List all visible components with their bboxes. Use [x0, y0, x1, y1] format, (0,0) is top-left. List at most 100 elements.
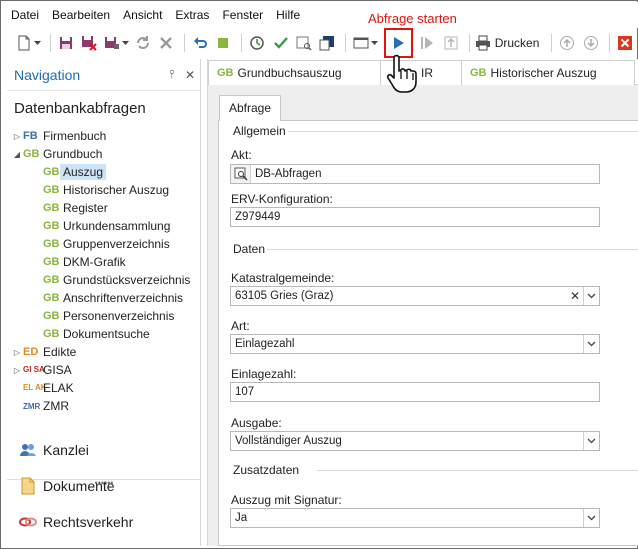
toolbar-separator — [345, 34, 347, 52]
toolbar-separator — [183, 34, 185, 52]
query-form: Abfrage Allgemein Akt: DB-Abfragen ERV-K… — [218, 95, 638, 546]
tab-historischer-auszug[interactable]: GB Historischer Auszug — [461, 60, 635, 85]
art-label: Art: — [231, 319, 250, 333]
content-pane: GB Grundbuchsauszug IR GB Historischer A… — [207, 59, 638, 546]
clear-icon[interactable]: ✕ — [567, 287, 583, 305]
akt-field[interactable]: DB-Abfragen — [230, 164, 600, 184]
chevron-down-icon — [371, 41, 379, 45]
elak-badge-icon: EL AK — [23, 383, 47, 392]
close-window-button[interactable] — [615, 32, 635, 54]
nav-rechtsverkehr[interactable]: Rechtsverkehr — [19, 511, 133, 533]
art-value: Einlagezahl — [235, 338, 295, 350]
tab-abfrage[interactable]: Abfrage — [219, 95, 281, 121]
tree-item-grundbuch[interactable]: ◢ GB Grundbuch — [7, 145, 201, 163]
save-button[interactable] — [56, 32, 76, 54]
signatur-combobox[interactable]: Ja — [230, 508, 600, 528]
erv-value: Z979449 — [235, 211, 281, 223]
menu-fenster[interactable]: Fenster — [222, 8, 263, 22]
delete-button[interactable] — [156, 32, 176, 54]
tree-item-label: Edikte — [43, 345, 77, 359]
new-document-button[interactable] — [14, 32, 34, 54]
tree-item-zmr[interactable]: ZMR ZMR — [7, 397, 201, 415]
kg-value: 63105 Gries (Graz) — [235, 290, 334, 302]
tree-item-label: GISA — [43, 363, 72, 377]
chevron-down-icon[interactable] — [583, 432, 599, 450]
layout-icon — [353, 37, 369, 49]
erv-field[interactable]: Z979449 — [230, 207, 600, 227]
form-panel: Allgemein Akt: DB-Abfragen ERV-Konfigura… — [218, 120, 638, 546]
tree-item-historischer-auszug[interactable]: GB Historischer Auszug — [7, 181, 201, 199]
close-icon[interactable]: ✕ — [182, 68, 198, 82]
tree-item-label: Grundbuch — [43, 147, 103, 161]
print-button[interactable]: Drucken — [475, 32, 544, 54]
einlagezahl-input[interactable]: 107 — [230, 382, 600, 402]
gb-badge-icon: GB — [43, 238, 60, 250]
save-close-button[interactable] — [79, 32, 99, 54]
expand-icon[interactable]: ▷ — [11, 348, 23, 357]
tree-item-label: ZMR — [43, 399, 69, 413]
collapse-icon[interactable]: ◢ — [11, 150, 23, 159]
tree-item-anschriftenverzeichnis[interactable]: GB Anschriftenverzeichnis — [7, 289, 201, 307]
kg-combobox[interactable]: 63105 Gries (Graz) ✕ — [230, 286, 600, 306]
toolbar-separator — [241, 34, 243, 52]
tree-item-personenverzeichnis[interactable]: GB Personenverzeichnis — [7, 307, 201, 325]
history-button[interactable] — [247, 32, 267, 54]
move-up-button[interactable] — [557, 32, 577, 54]
group-title: Daten — [231, 242, 268, 256]
step-button[interactable] — [417, 32, 437, 54]
menu-ansicht[interactable]: Ansicht — [123, 8, 162, 22]
hand-cursor-icon — [386, 54, 417, 93]
printer-icon — [475, 35, 490, 51]
art-combobox[interactable]: Einlagezahl — [230, 334, 600, 354]
move-down-button[interactable] — [581, 32, 601, 54]
navigation-title: Navigation — [14, 66, 81, 83]
layout-dropdown[interactable] — [371, 32, 379, 54]
pin-icon[interactable]: ⫯ — [164, 67, 180, 82]
tab-grundbuchsauszug[interactable]: GB Grundbuchsauszug — [208, 60, 381, 85]
ausgabe-combobox[interactable]: Vollständiger Auszug — [230, 431, 600, 451]
tree-item-gruppenverzeichnis[interactable]: GB Gruppenverzeichnis — [7, 235, 201, 253]
tree-item-grundst-cksverzeichnis[interactable]: GB Grundstücksverzeichnis — [7, 271, 201, 289]
akt-label: Akt: — [231, 148, 252, 162]
tree-item-auszug[interactable]: GB Auszug — [7, 163, 201, 181]
tree-item-label: Dokumentsuche — [63, 327, 150, 341]
tree-item-urkundensammlung[interactable]: GB Urkundensammlung — [7, 217, 201, 235]
menu-extras[interactable]: Extras — [175, 8, 209, 22]
chevron-down-icon[interactable] — [583, 509, 599, 527]
tree-item-register[interactable]: GB Register — [7, 199, 201, 217]
tree-item-gisa[interactable]: ▷ GI SA GISA — [7, 361, 201, 379]
chevron-down-icon[interactable] — [583, 287, 599, 305]
nav-kanzlei[interactable]: Kanzlei — [19, 439, 89, 461]
upload-button[interactable] — [441, 32, 461, 54]
close-window-icon — [617, 36, 632, 50]
menu-datei[interactable]: Datei — [11, 8, 39, 22]
arrow-down-icon — [583, 36, 598, 50]
save-as-button[interactable] — [102, 32, 122, 54]
refresh-button[interactable] — [133, 32, 153, 54]
tree-item-label: ELAK — [43, 381, 74, 395]
lookup-icon[interactable] — [231, 165, 251, 183]
expand-icon[interactable]: ▷ — [11, 366, 23, 375]
gb-badge-icon: GB — [43, 184, 60, 196]
save-as-dropdown[interactable] — [122, 32, 130, 54]
save-icon — [59, 37, 72, 49]
tree-item-elak[interactable]: EL AK ELAK — [7, 379, 201, 397]
chevron-down-icon[interactable] — [583, 335, 599, 353]
tree-item-dkm-grafik[interactable]: GB DKM-Grafik — [7, 253, 201, 271]
layout-button[interactable] — [351, 32, 371, 54]
nav-dokumente[interactable]: Dokumente — [19, 475, 115, 497]
preview-button[interactable] — [294, 32, 314, 54]
undo-button[interactable] — [190, 32, 210, 54]
tree-item-edikte[interactable]: ▷ ED Edikte — [7, 343, 201, 361]
menu-hilfe[interactable]: Hilfe — [276, 8, 300, 22]
tree-item-dokumentsuche[interactable]: GB Dokumentsuche — [7, 325, 201, 343]
kg-label: Katastralgemeinde: — [231, 271, 335, 285]
stop-button[interactable] — [213, 32, 233, 54]
check-button[interactable] — [270, 32, 290, 54]
new-document-dropdown[interactable] — [34, 32, 42, 54]
export-button[interactable] — [317, 32, 337, 54]
menu-bearbeiten[interactable]: Bearbeiten — [52, 8, 110, 22]
expand-icon[interactable]: ▷ — [11, 132, 23, 141]
tree-item-firmenbuch[interactable]: ▷ FB Firmenbuch — [7, 127, 201, 145]
signatur-label: Auszug mit Signatur: — [231, 493, 342, 507]
